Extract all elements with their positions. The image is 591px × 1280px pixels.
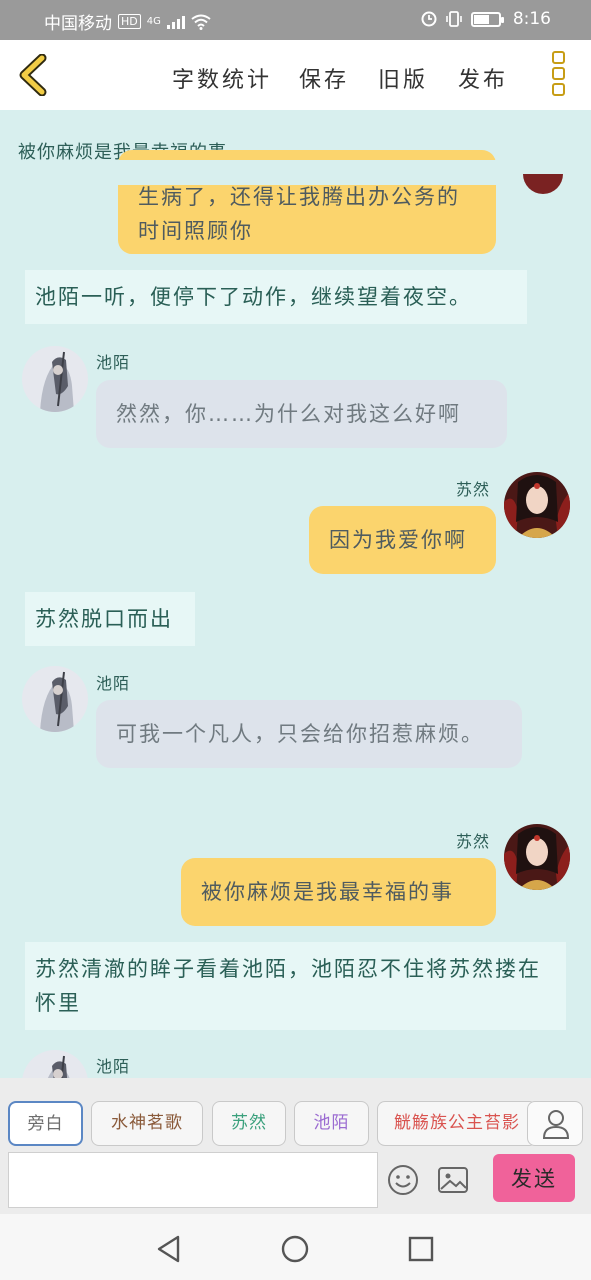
- role-chip-princess[interactable]: 觥觞族公主苔影: [377, 1101, 537, 1146]
- send-button[interactable]: 发送: [493, 1154, 575, 1202]
- word-count-button[interactable]: 字数统计: [172, 62, 272, 94]
- network-type: 4G: [146, 16, 161, 27]
- circle-home-icon: [281, 1235, 309, 1263]
- emoji-button[interactable]: [386, 1163, 420, 1197]
- role-chip-label: 水神茗歌: [111, 1113, 183, 1133]
- image-button[interactable]: [436, 1164, 470, 1196]
- speaker-name: 苏然: [456, 832, 491, 851]
- nav-recents-button[interactable]: [404, 1232, 438, 1266]
- menu-dot-icon: [551, 51, 565, 64]
- role-chip-label: 苏然: [231, 1113, 267, 1133]
- smiley-icon: [388, 1165, 418, 1195]
- narration-text[interactable]: 池陌一听，便停下了动作，继续望着夜空。: [25, 270, 527, 324]
- hd-badge: HD: [118, 14, 141, 29]
- nav-back-button[interactable]: [152, 1232, 186, 1266]
- narration-text[interactable]: 苏然清澈的眸子看着池陌，池陌忍不住将苏然搂在怀里: [25, 942, 566, 1030]
- image-icon: [438, 1167, 468, 1193]
- square-recents-icon: [408, 1236, 434, 1262]
- system-nav-bar: [0, 1214, 591, 1280]
- avatar[interactable]: [504, 824, 570, 890]
- speaker-name: 苏然: [456, 480, 491, 499]
- avatar[interactable]: [22, 346, 88, 412]
- role-chip-chimo[interactable]: 池陌: [294, 1101, 369, 1146]
- speaker-name: 池陌: [96, 674, 131, 693]
- role-chip-narrator[interactable]: 旁白: [8, 1101, 83, 1146]
- signal-icon: [166, 15, 185, 29]
- carrier-label: 中国移动: [44, 14, 112, 34]
- message-bubble[interactable]: 因为我爱你啊: [309, 506, 496, 574]
- avatar[interactable]: [22, 1050, 88, 1078]
- role-chip-label: 池陌: [313, 1113, 350, 1133]
- role-chip-label: 觥觞族公主苔影: [394, 1113, 520, 1133]
- triangle-back-icon: [157, 1235, 180, 1263]
- role-chip-shuishen[interactable]: 水神茗歌: [91, 1101, 203, 1146]
- wifi-icon: [191, 14, 211, 30]
- save-button[interactable]: 保存: [299, 62, 349, 94]
- message-bubble[interactable]: 然然，你……为什么对我这么好啊: [96, 380, 507, 448]
- role-manager-button[interactable]: [527, 1101, 583, 1146]
- message-bubble[interactable]: 被你麻烦是我最幸福的事: [181, 858, 496, 926]
- battery-icon: [470, 11, 504, 27]
- chevron-left-icon: [19, 53, 47, 97]
- message-bubble[interactable]: 可我一个凡人，只会给你招惹麻烦。: [96, 700, 522, 768]
- avatar: [523, 174, 563, 194]
- narration-text[interactable]: 苏然脱口而出: [25, 592, 195, 646]
- avatar[interactable]: [504, 472, 570, 538]
- nav-home-button[interactable]: [278, 1232, 312, 1266]
- menu-dot-icon: [551, 67, 565, 80]
- chat-area[interactable]: 被你麻烦是我最幸福的事 生病了，还得让我腾出办公务的时间照顾你 池陌一听，便停下…: [0, 110, 591, 1078]
- message-input[interactable]: [8, 1152, 378, 1208]
- publish-button[interactable]: 发布: [458, 62, 508, 94]
- alarm-icon: [421, 11, 437, 27]
- vibrate-icon: [446, 11, 462, 27]
- person-icon: [542, 1110, 570, 1139]
- speaker-name: 池陌: [96, 353, 131, 372]
- status-bar: 中国移动 HD 4G 8:16: [0, 0, 591, 40]
- top-toolbar: 字数统计 保存 旧版 发布: [0, 40, 591, 110]
- avatar[interactable]: [22, 666, 88, 732]
- role-chip-label: 旁白: [27, 1114, 64, 1134]
- role-chip-suran[interactable]: 苏然: [212, 1101, 286, 1146]
- more-menu-button[interactable]: [546, 51, 570, 99]
- old-version-button[interactable]: 旧版: [378, 62, 428, 94]
- composer-panel: 旁白 水神茗歌 苏然 池陌 觥觞族公主苔影 发送: [0, 1078, 591, 1214]
- menu-dot-icon: [551, 83, 565, 96]
- clock: 8:16: [512, 9, 551, 29]
- back-button[interactable]: [14, 53, 54, 97]
- speaker-name: 池陌: [96, 1057, 131, 1076]
